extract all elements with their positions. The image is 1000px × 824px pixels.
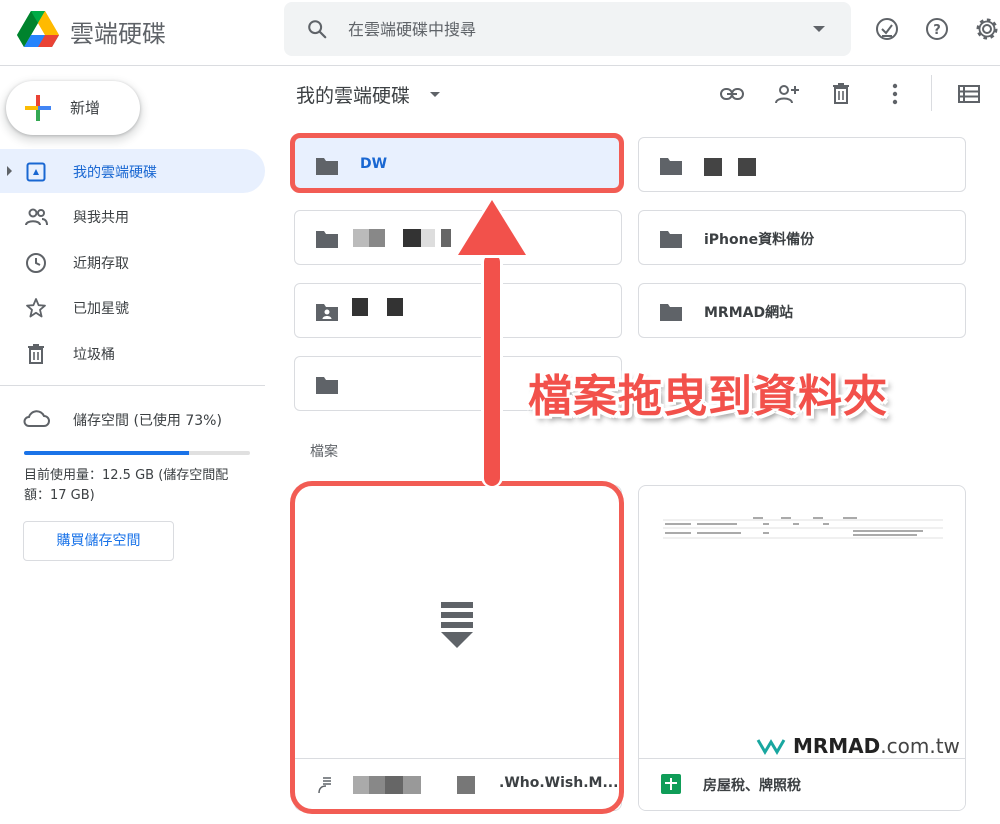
sidebar-item-label: 垃圾桶: [73, 347, 115, 363]
new-button[interactable]: 新增: [6, 81, 140, 135]
drag-direction-arrow: [454, 194, 530, 488]
google-drive-logo[interactable]: [16, 9, 60, 49]
get-link-icon[interactable]: [719, 81, 745, 107]
toolbar-divider: [931, 75, 932, 111]
storage-progress-bar: [24, 451, 250, 455]
pixelated-redaction: [441, 229, 451, 247]
storage-usage-detail: 目前使用量：12.5 GB (儲存空間配額：17 GB): [24, 468, 229, 503]
file-card-footer: 房屋稅、牌照稅: [639, 758, 965, 810]
search-options-dropdown-icon[interactable]: [813, 26, 825, 32]
breadcrumb-dropdown-icon[interactable]: [430, 92, 440, 97]
sidebar-item-shared-with-me[interactable]: 與我共用: [0, 194, 265, 238]
app-title: 雲端硬碟: [70, 20, 166, 48]
settings-gear-icon[interactable]: [974, 16, 1000, 42]
sidebar-item-my-drive[interactable]: 我的雲端硬碟: [0, 149, 265, 193]
pixelated-redaction: [421, 229, 435, 247]
highlight-target-folder: [290, 133, 624, 193]
folder-card[interactable]: MRMAD網站: [638, 283, 966, 338]
shared-folder-icon: [316, 304, 338, 321]
watermark-domain: .com.tw: [880, 734, 960, 758]
cloud-icon: [23, 410, 50, 427]
sidebar: 新增 我的雲端硬碟 與我共用 近期存取 已加星號 垃圾桶 儲存空間 (已使用 7…: [0, 67, 275, 824]
svg-text:?: ?: [933, 23, 941, 38]
watermark-brand: MRMAD: [792, 734, 881, 758]
expand-caret-icon[interactable]: [7, 166, 12, 176]
sidebar-item-label: 我的雲端硬碟: [73, 165, 157, 181]
sidebar-item-recent[interactable]: 近期存取: [0, 240, 265, 284]
pixelated-redaction: [704, 158, 722, 176]
search-bar[interactable]: [284, 2, 851, 56]
more-actions-icon[interactable]: [882, 81, 908, 107]
sidebar-item-starred[interactable]: 已加星號: [0, 285, 265, 329]
folder-card[interactable]: [638, 137, 966, 192]
file-card[interactable]: 房屋稅、牌照稅: [638, 485, 966, 811]
share-add-person-icon[interactable]: [774, 81, 800, 107]
sidebar-item-label: 已加星號: [73, 301, 129, 317]
search-icon[interactable]: [306, 18, 328, 40]
folder-icon: [660, 158, 682, 175]
storage-progress-fill: [24, 451, 189, 455]
search-input[interactable]: [348, 16, 788, 42]
clock-icon: [26, 253, 46, 273]
delete-trash-icon[interactable]: [828, 81, 854, 107]
shared-with-me-icon: [25, 208, 48, 226]
trash-icon: [28, 344, 44, 364]
sidebar-item-label: 近期存取: [73, 256, 129, 272]
folder-name: MRMAD網站: [704, 305, 794, 321]
mrmad-logo-icon: [756, 739, 786, 755]
file-name: 房屋稅、牌照稅: [703, 778, 801, 794]
highlight-source-file: [290, 481, 624, 814]
folder-icon: [316, 231, 338, 248]
folder-icon: [316, 377, 338, 394]
list-view-icon[interactable]: [956, 81, 982, 107]
folder-icon: [660, 231, 682, 248]
pixelated-redaction: [403, 229, 421, 247]
storage-label[interactable]: 儲存空間 (已使用 73%): [73, 410, 222, 430]
folder-name: iPhone資料備份: [704, 232, 815, 248]
star-icon: [26, 298, 46, 318]
breadcrumb[interactable]: 我的雲端硬碟: [296, 81, 410, 108]
files-section-label: 檔案: [310, 444, 338, 460]
pixelated-redaction: [352, 298, 368, 316]
plus-icon: [25, 95, 51, 121]
sidebar-item-label: 與我共用: [73, 210, 129, 226]
google-sheets-icon: [661, 774, 681, 794]
my-drive-icon: [26, 162, 46, 182]
pixelated-redaction: [353, 229, 369, 247]
offline-ready-icon[interactable]: [874, 16, 900, 42]
folder-card[interactable]: iPhone資料備份: [638, 210, 966, 265]
pixelated-redaction: [369, 229, 385, 247]
top-bar: 雲端硬碟 ?: [0, 0, 1000, 66]
annotation-caption: 檔案拖曳到資料夾: [528, 371, 888, 422]
sidebar-item-trash[interactable]: 垃圾桶: [0, 331, 265, 375]
pixelated-redaction: [738, 158, 756, 176]
spreadsheet-thumbnail: [663, 517, 943, 539]
watermark: MRMAD.com.tw: [756, 734, 960, 758]
new-button-label: 新增: [70, 99, 101, 117]
help-icon[interactable]: ?: [924, 16, 950, 42]
sidebar-divider: [0, 385, 265, 386]
folder-icon: [660, 304, 682, 321]
pixelated-redaction: [387, 298, 403, 316]
buy-storage-button[interactable]: 購買儲存空間: [23, 521, 174, 561]
